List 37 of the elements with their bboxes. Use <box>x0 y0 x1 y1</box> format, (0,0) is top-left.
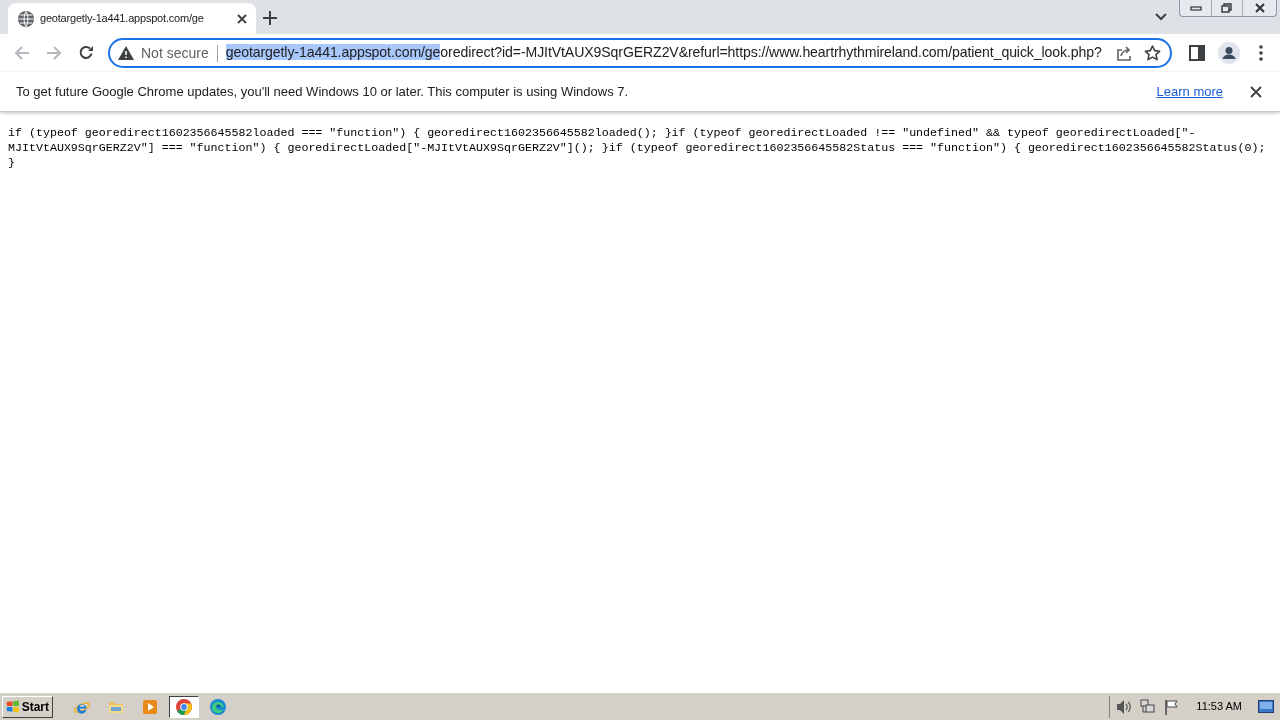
address-bar[interactable]: Not secure geotargetly-1a441.appspot.com/georedirect?id=-MJItVtAUX9SqrGERZ2V&refurl=https://www.heartrhythmireland.com/patient_quick_look.php? <box>108 38 1172 68</box>
url-text: geotargetly-1a441.appspot.com/georedirect?id=-MJItVtAUX9SqrGERZ2V&refurl=https://www.heartrhythmireland.com/patient_quick_look.php? <box>225 43 1103 63</box>
chevron-down-icon <box>1155 13 1167 21</box>
info-bar-message: To get future Google Chrome updates, you'll need Windows 10 or later. This computer is using Windows 7. <box>16 82 630 101</box>
show-desktop-button[interactable] <box>1258 699 1274 714</box>
minimize-icon <box>1189 3 1202 13</box>
taskbar-app-button[interactable] <box>169 695 199 718</box>
swirl-icon <box>210 698 226 715</box>
plus-icon <box>263 11 277 25</box>
star-icon <box>1143 45 1161 61</box>
globe-icon <box>18 10 34 27</box>
close-icon <box>1250 85 1262 98</box>
four-pane-flag-icon <box>6 699 20 714</box>
learn-more-link[interactable]: Learn more <box>1156 81 1223 102</box>
circle-logo-icon <box>176 698 192 715</box>
code-line: MJItVtAUX9SqrGERZ2V"] === "function") { georedirectLoaded["-MJItVtAUX9SqrGERZ2V"](); }if (typeof georedirect1602356645582Status === "function") { georedirect1602356645582Status(0); <box>8 140 1266 155</box>
monitor-icon <box>1258 699 1274 714</box>
share-icon <box>1116 45 1132 61</box>
menu-icon <box>1259 45 1263 61</box>
browser-tab[interactable]: geotargetly-1a441.appspot.com/ge <box>8 3 256 34</box>
start-button[interactable]: Start <box>2 695 53 718</box>
code-line: if (typeof georedirect1602356645582loaded === "function") { georedirect1602356645582loaded(); }if (typeof georedirectLoaded !== "undefined" && typeof georedirectLoaded["- <box>8 125 1196 140</box>
restore-icon <box>1221 3 1233 13</box>
side-panel-icon <box>1189 45 1205 61</box>
network-icon[interactable] <box>1140 698 1157 715</box>
flag-icon[interactable] <box>1164 698 1181 715</box>
play-icon <box>142 698 158 715</box>
close-icon <box>237 13 247 24</box>
close-button[interactable] <box>1248 83 1264 100</box>
clock-text: 11:53 AM <box>1196 699 1242 715</box>
speaker-icon[interactable] <box>1116 698 1133 715</box>
profile-icon <box>1218 42 1240 64</box>
warning-icon <box>118 46 134 60</box>
close-icon <box>1253 3 1266 13</box>
security-label[interactable]: Not secure <box>141 42 209 64</box>
code-line: } <box>8 155 15 170</box>
profile-button[interactable] <box>1215 39 1243 67</box>
